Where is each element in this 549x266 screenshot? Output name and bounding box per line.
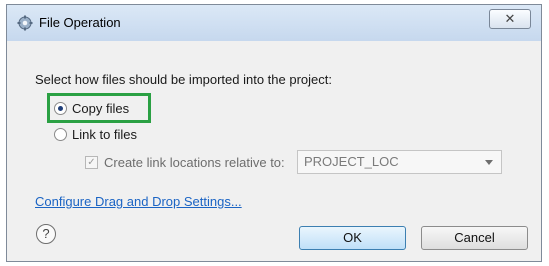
file-operation-dialog: File Operation ✕ Select how files should… bbox=[6, 4, 542, 262]
window-title: File Operation bbox=[39, 15, 121, 30]
highlight-box bbox=[47, 93, 151, 123]
import-prompt: Select how files should be imported into… bbox=[35, 72, 333, 87]
title-bar: File Operation ✕ bbox=[7, 5, 541, 42]
radio-label: Link to files bbox=[72, 127, 138, 142]
dialog-content: Select how files should be imported into… bbox=[7, 41, 541, 261]
configure-drag-drop-link[interactable]: Configure Drag and Drop Settings... bbox=[35, 194, 242, 209]
chevron-down-icon[interactable] bbox=[485, 160, 493, 165]
checkbox-label: Create link locations relative to: bbox=[104, 155, 285, 170]
gear-icon bbox=[17, 15, 33, 31]
help-icon[interactable]: ? bbox=[36, 224, 56, 244]
radio-indicator[interactable] bbox=[54, 128, 67, 141]
relative-locations-checkbox-row[interactable]: ✓ Create link locations relative to: bbox=[85, 155, 285, 170]
ok-button[interactable]: OK bbox=[299, 226, 406, 250]
close-icon: ✕ bbox=[504, 11, 516, 26]
path-variable-select[interactable]: PROJECT_LOC bbox=[297, 150, 502, 174]
radio-link-to-files[interactable]: Link to files bbox=[54, 127, 137, 142]
checkbox-checked-icon[interactable]: ✓ bbox=[85, 156, 98, 169]
close-button[interactable]: ✕ bbox=[489, 9, 531, 29]
cancel-button[interactable]: Cancel bbox=[421, 226, 528, 250]
select-value: PROJECT_LOC bbox=[304, 154, 399, 169]
